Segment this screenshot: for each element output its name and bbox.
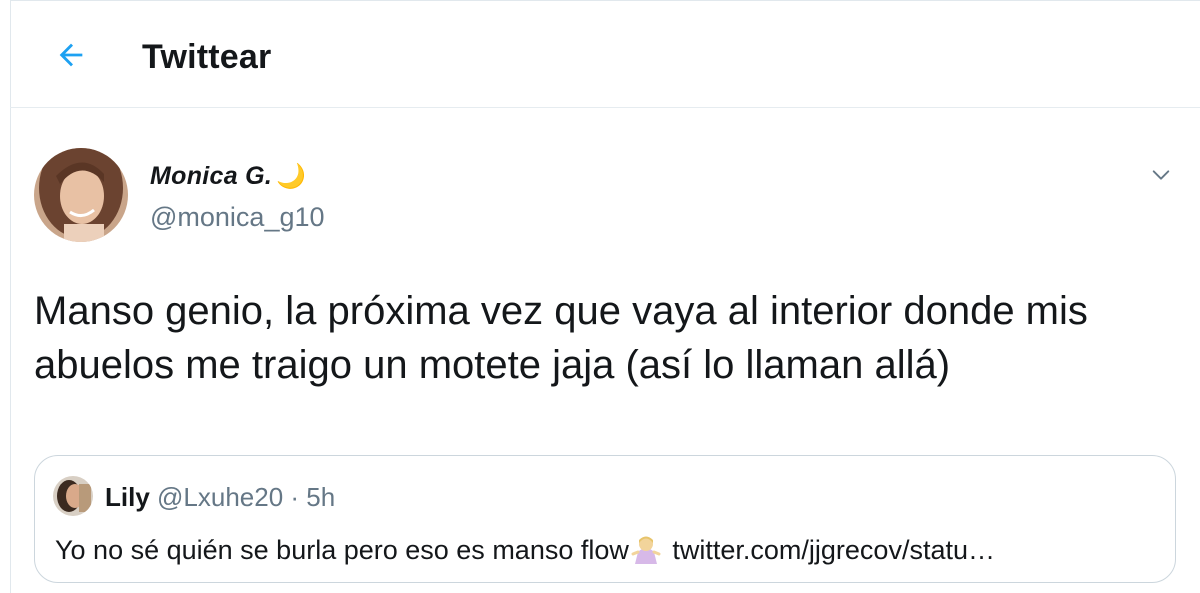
author-display-name[interactable]: Monica G. — [150, 162, 272, 191]
quoted-separator: · — [283, 482, 307, 512]
person-shrugging-icon — [631, 534, 661, 564]
page-title: Twittear — [142, 38, 272, 76]
page-header: Twittear — [10, 0, 1200, 108]
quoted-text-main: Yo no sé quién se burla pero eso es mans… — [55, 535, 629, 565]
quoted-time[interactable]: 5h — [306, 482, 335, 512]
moon-icon: 🌙 — [276, 162, 307, 190]
author-name-row[interactable]: Monica G. 🌙 — [150, 162, 306, 191]
author-handle[interactable]: @monica_g10 — [150, 202, 325, 233]
tweet-menu-button[interactable] — [1146, 162, 1176, 192]
back-button[interactable] — [44, 30, 98, 84]
tweet-text: Manso genio, la próxima vez que vaya al … — [34, 289, 1088, 387]
quoted-avatar[interactable] — [53, 476, 93, 516]
arrow-left-icon — [54, 38, 88, 77]
quoted-display-name[interactable]: Lily — [105, 482, 150, 512]
quoted-author-line: Lily @Lxuhe20 · 5h — [105, 482, 335, 513]
quoted-handle[interactable]: @Lxuhe20 — [157, 482, 283, 512]
chevron-down-icon — [1150, 164, 1172, 191]
quoted-link[interactable]: twitter.com/jjgrecov/statu… — [665, 535, 995, 565]
avatar[interactable] — [34, 148, 128, 242]
quoted-tweet[interactable]: Lily @Lxuhe20 · 5h Yo no sé quién se bur… — [34, 455, 1176, 583]
quoted-text: Yo no sé quién se burla pero eso es mans… — [55, 534, 995, 566]
